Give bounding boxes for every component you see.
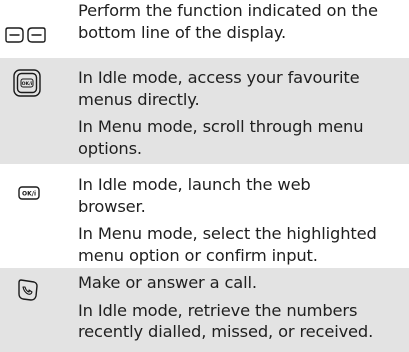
table-row: OK/i In Idle mode, access your favourite… bbox=[0, 58, 409, 164]
description-text: In Menu mode, scroll through menu option… bbox=[78, 117, 364, 158]
svg-text:OK/i: OK/i bbox=[22, 191, 36, 198]
description-cell: In Idle mode, launch the web browser. In… bbox=[78, 174, 409, 266]
svg-text:OK/i: OK/i bbox=[22, 81, 33, 87]
icon-cell bbox=[0, 268, 78, 352]
table-row: OK/i In Idle mode, launch the web browse… bbox=[0, 164, 409, 268]
table-row: Make or answer a call. In Idle mode, ret… bbox=[0, 268, 409, 352]
description-cell: In Idle mode, access your favourite menu… bbox=[78, 67, 409, 159]
icon-cell: OK/i bbox=[0, 164, 78, 268]
icon-cell bbox=[0, 0, 78, 58]
description-text: In Idle mode, retrieve the numbers recen… bbox=[78, 300, 374, 342]
table-row: Perform the function indicated on the bo… bbox=[0, 0, 409, 58]
description-text: In Menu mode, select the highlighted men… bbox=[78, 224, 377, 265]
description-cell: Make or answer a call. In Idle mode, ret… bbox=[78, 272, 409, 343]
description-text: In Idle mode, access your favourite menu… bbox=[78, 68, 360, 109]
description-cell: Perform the function indicated on the bo… bbox=[78, 0, 409, 43]
key-function-table: Perform the function indicated on the bo… bbox=[0, 0, 409, 352]
description-text: Make or answer a call. bbox=[78, 273, 257, 292]
description-text: In Idle mode, launch the web browser. bbox=[78, 175, 311, 216]
description-text: Perform the function indicated on the bo… bbox=[78, 1, 378, 42]
icon-cell: OK/i bbox=[0, 58, 78, 164]
